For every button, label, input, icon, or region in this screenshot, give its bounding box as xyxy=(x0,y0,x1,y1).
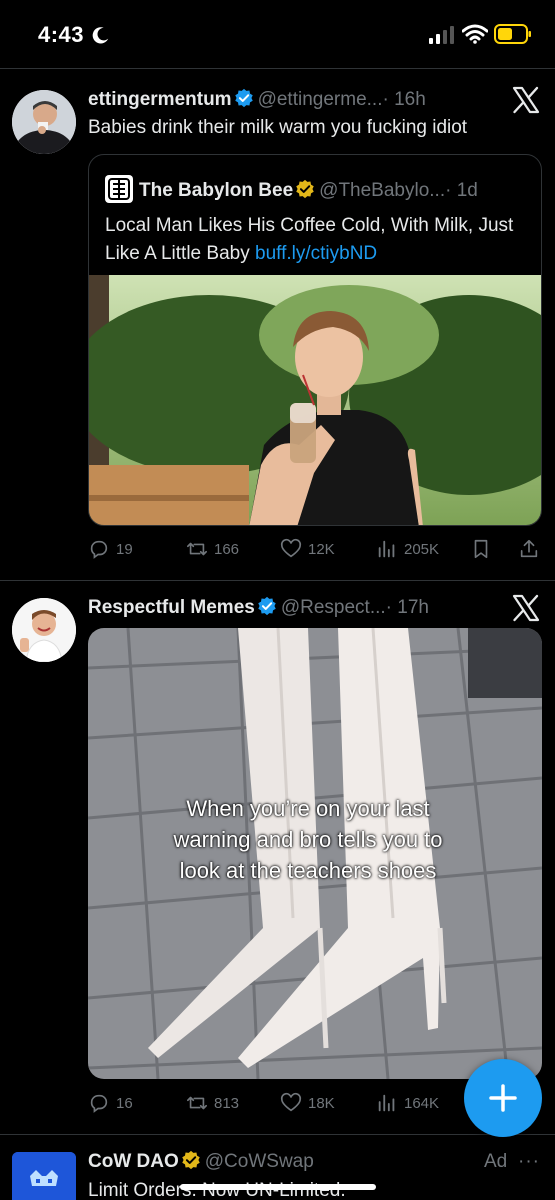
heart-icon xyxy=(280,538,302,558)
x-logo-icon[interactable] xyxy=(511,593,541,623)
quote-time[interactable]: · 1d xyxy=(445,180,478,201)
like-count: 18K xyxy=(308,1094,335,1112)
divider xyxy=(0,68,555,69)
repost-count: 166 xyxy=(214,540,240,558)
repost-icon xyxy=(187,1096,207,1110)
views-button[interactable]: 205K xyxy=(376,538,439,560)
quote-author-name[interactable]: The Babylon Bee xyxy=(139,180,293,201)
tweet-actions: 19 166 12K 205K xyxy=(88,538,542,564)
tweet-text: Limit Orders. Now UN-Limited. xyxy=(88,1180,346,1200)
verified-badge-icon xyxy=(258,596,276,616)
home-indicator[interactable] xyxy=(180,1184,376,1190)
signal-icon xyxy=(429,26,454,44)
heart-icon xyxy=(280,1092,302,1112)
avatar[interactable] xyxy=(12,1152,76,1200)
author-name[interactable]: Respectful Memes xyxy=(88,597,255,618)
avatar-photo xyxy=(12,598,76,662)
repost-button[interactable]: 166 xyxy=(186,538,239,560)
x-logo-icon[interactable] xyxy=(511,85,541,115)
wifi-icon xyxy=(462,24,488,44)
avatar[interactable] xyxy=(12,598,76,662)
verified-badge-icon xyxy=(234,88,253,108)
views-button[interactable]: 164K xyxy=(376,1092,439,1114)
reply-icon xyxy=(90,540,108,559)
reply-icon xyxy=(90,1094,108,1113)
quote-header: The Babylon Bee @TheBabylo...· 1d xyxy=(105,175,478,203)
status-bar: 4:43 xyxy=(0,0,555,68)
divider xyxy=(0,580,555,581)
quote-image[interactable] xyxy=(89,275,541,525)
like-count: 12K xyxy=(308,540,335,558)
view-count: 205K xyxy=(404,540,440,558)
tweet-header: ettingermentum @ettingerme...· 16h xyxy=(88,88,426,111)
author-name[interactable]: CoW DAO xyxy=(88,1151,179,1172)
tweet-time[interactable]: · 16h xyxy=(382,89,425,110)
author-name[interactable]: ettingermentum xyxy=(88,89,232,110)
gold-verified-badge-icon xyxy=(296,179,314,199)
views-icon xyxy=(378,540,395,558)
status-time: 4:43 xyxy=(38,22,85,47)
reply-count: 19 xyxy=(116,540,133,558)
tweet-time[interactable]: · 17h xyxy=(386,597,429,618)
reply-count: 16 xyxy=(116,1094,133,1112)
tweet-header: Respectful Memes @Respect...· 17h xyxy=(88,596,429,619)
view-count: 164K xyxy=(404,1094,440,1112)
bookmark-icon[interactable] xyxy=(470,538,492,560)
tweet-header: CoW DAO @CoWSwap xyxy=(88,1150,314,1173)
like-button[interactable]: 18K xyxy=(280,1092,335,1114)
more-options-button[interactable]: ··· xyxy=(518,1151,540,1173)
author-handle[interactable]: @ettingerme... xyxy=(258,89,383,110)
share-icon[interactable] xyxy=(518,538,540,560)
reply-button[interactable]: 19 xyxy=(88,538,133,560)
battery-icon xyxy=(494,24,531,44)
coffee-man-photo xyxy=(89,275,541,525)
moon-icon xyxy=(92,27,109,44)
meme-caption: When you’re on your last warning and bro… xyxy=(173,796,443,883)
repost-button[interactable]: 813 xyxy=(186,1092,239,1114)
avatar-photo xyxy=(12,90,76,154)
like-button[interactable]: 12K xyxy=(280,538,335,560)
quote-link[interactable]: buff.ly/ctiybND xyxy=(255,243,377,264)
compose-button[interactable] xyxy=(464,1059,542,1137)
repost-count: 813 xyxy=(214,1094,240,1112)
quote-handle[interactable]: @TheBabylo... xyxy=(319,180,445,201)
gold-verified-badge-icon xyxy=(182,1150,200,1170)
author-handle[interactable]: @CoWSwap xyxy=(205,1151,314,1172)
quote-body: Local Man Likes His Coffee Cold, With Mi… xyxy=(105,212,535,268)
author-handle[interactable]: @Respect... xyxy=(281,597,386,618)
reply-button[interactable]: 16 xyxy=(88,1092,133,1114)
views-icon xyxy=(378,1094,395,1112)
meme-image[interactable]: When you’re on your last warning and bro… xyxy=(88,628,542,1079)
babylon-bee-logo-icon xyxy=(105,175,133,203)
cow-logo-icon xyxy=(12,1152,76,1200)
ad-label: Ad xyxy=(484,1151,508,1172)
tweet-text: Babies drink their milk warm you fucking… xyxy=(88,117,468,138)
repost-icon xyxy=(187,542,207,556)
quoted-tweet[interactable]: The Babylon Bee @TheBabylo...· 1d Local M… xyxy=(88,154,542,526)
avatar[interactable] xyxy=(12,90,76,154)
plus-icon xyxy=(489,1084,517,1112)
